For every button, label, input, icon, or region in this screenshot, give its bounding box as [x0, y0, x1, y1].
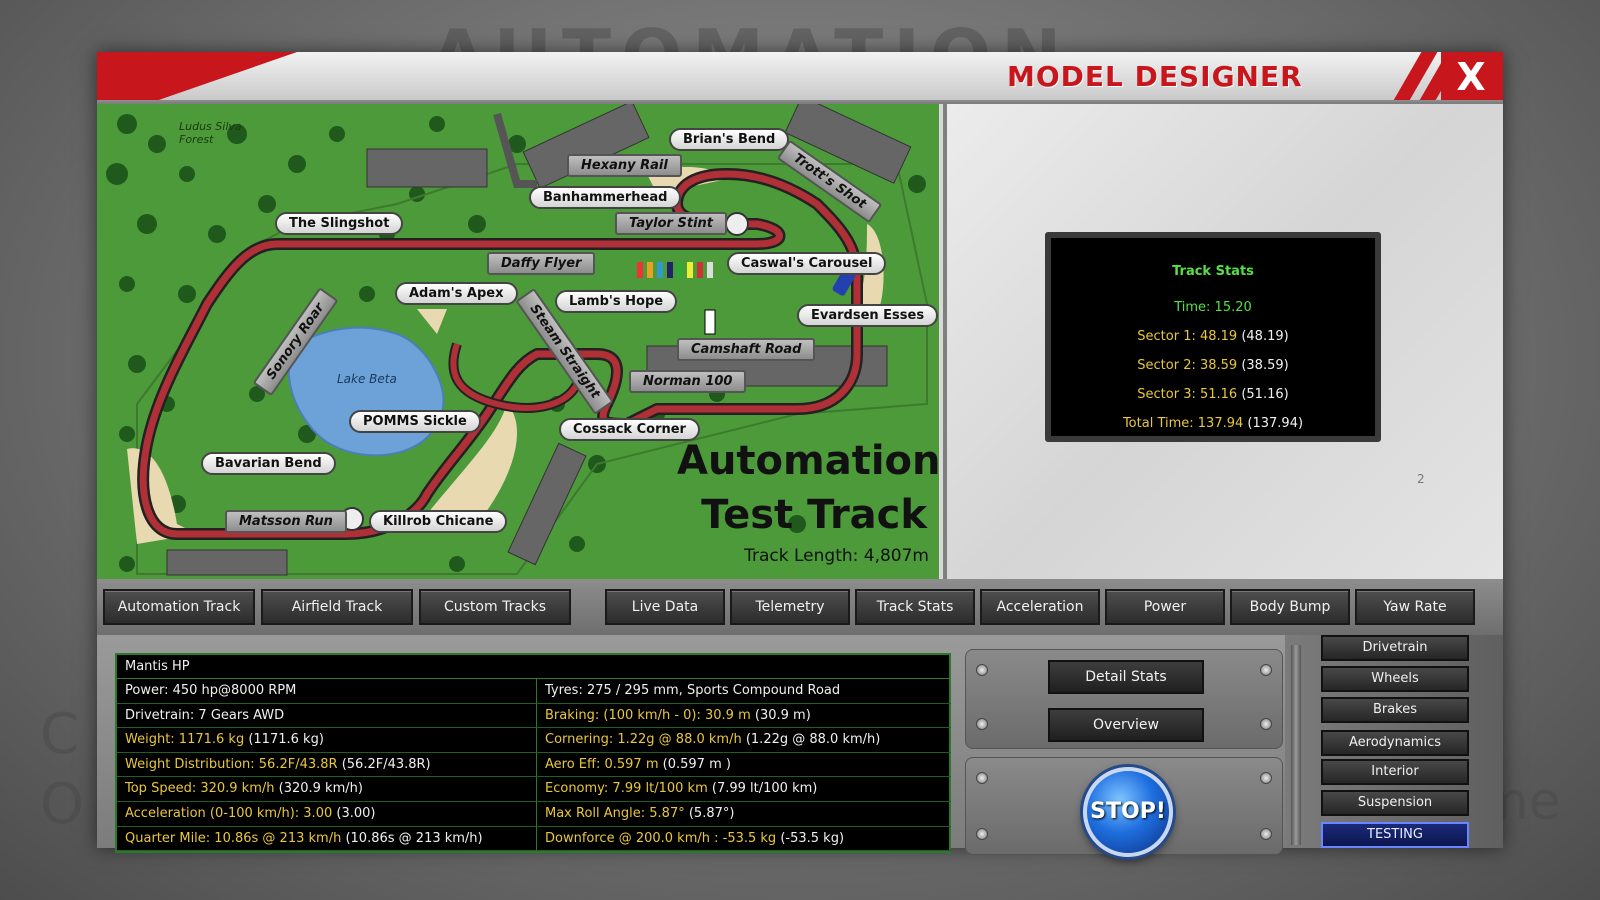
map-label-the-slingshot: The Slingshot	[275, 212, 404, 235]
map-label-caswals-carousel: Caswal's Carousel	[727, 252, 887, 275]
tab-body-bump[interactable]: Body Bump	[1230, 589, 1350, 625]
car-stat-downforce: Downforce @ 200.0 km/h : -53.5 kg (-53.5…	[537, 827, 951, 852]
tab-telemetry[interactable]: Telemetry	[730, 589, 850, 625]
tab-acceleration[interactable]: Acceleration	[980, 589, 1100, 625]
car-stat-drivetrain: Drivetrain: 7 Gears AWD	[117, 703, 537, 729]
map-label-pomms-sickle: POMMS Sickle	[349, 410, 481, 433]
car-info-table: Mantis HP Power: 450 hp@8000 RPM Tyres: …	[115, 653, 951, 853]
stop-button[interactable]: STOP!	[1083, 767, 1173, 857]
screw-icon	[1260, 664, 1272, 676]
map-label-lake-beta: Lake Beta	[337, 372, 397, 386]
track-stats-sector2: Sector 2: 38.59 (38.59)	[1137, 358, 1289, 373]
car-stat-aero-eff: Aero Eff: 0.597 m (0.597 m )	[537, 753, 951, 778]
timer-marker-2	[725, 212, 749, 236]
tab-power[interactable]: Power	[1105, 589, 1225, 625]
track-map: Ludus Silva Forest Brian's Bend Hexany R…	[97, 104, 943, 579]
screw-icon	[976, 718, 988, 730]
map-label-norman-100: Norman 100	[629, 370, 747, 393]
screw-icon	[1260, 718, 1272, 730]
tab-airfield-track[interactable]: Airfield Track	[261, 589, 413, 625]
detail-stats-button[interactable]: Detail Stats	[1048, 660, 1204, 694]
track-title-line1: Automation	[677, 438, 941, 484]
page-number: 2	[1417, 472, 1425, 486]
track-stats-box: Track Stats Time: 15.20 Sector 1: 48.19 …	[1045, 232, 1381, 442]
map-label-hexany-rail: Hexany Rail	[567, 154, 682, 177]
tab-live-data[interactable]: Live Data	[605, 589, 725, 625]
screw-icon	[976, 828, 988, 840]
car-stat-acceleration: Acceleration (0-100 km/h): 3.00 (3.00)	[117, 801, 537, 827]
overview-button[interactable]: Overview	[1048, 708, 1204, 742]
car-stat-weight-distribution: Weight Distribution: 56.2F/43.8R (56.2F/…	[117, 752, 537, 778]
map-label-camshaft-road: Camshaft Road	[677, 338, 816, 361]
track-stats-total: Total Time: 137.94 (137.94)	[1122, 416, 1304, 431]
track-stats-sector1: Sector 1: 48.19 (48.19)	[1137, 329, 1289, 344]
map-label-daffy-flyer: Daffy Flyer	[487, 252, 596, 275]
car-stats-grid: Power: 450 hp@8000 RPM Tyres: 275 / 295 …	[117, 679, 951, 852]
start-finish-flag	[704, 309, 716, 335]
map-label-banhammerhead: Banhammerhead	[529, 186, 682, 209]
background-text-left: CO	[40, 702, 85, 837]
side-menu-aerodynamics[interactable]: Aerodynamics	[1321, 730, 1469, 756]
car-stat-weight: Weight: 1171.6 kg (1171.6 kg)	[117, 728, 537, 753]
tab-track-stats[interactable]: Track Stats	[855, 589, 975, 625]
tab-yaw-rate[interactable]: Yaw Rate	[1355, 589, 1475, 625]
car-stat-tyres: Tyres: 275 / 295 mm, Sports Compound Roa…	[537, 679, 951, 704]
side-menu-brakes[interactable]: Brakes	[1321, 697, 1469, 723]
map-label-bavarian-bend: Bavarian Bend	[201, 452, 336, 475]
stats-panel: Track Stats Time: 15.20 Sector 1: 48.19 …	[947, 104, 1503, 579]
car-stat-power: Power: 450 hp@8000 RPM	[117, 679, 537, 704]
track-stats-time: Time: 15.20	[1174, 300, 1252, 315]
car-stat-cornering: Cornering: 1.22g @ 88.0 km/h (1.22g @ 88…	[537, 728, 951, 753]
car-stat-max-roll: Max Roll Angle: 5.87° (5.87°)	[537, 802, 951, 827]
car-stat-top-speed: Top Speed: 320.9 km/h (320.9 km/h)	[117, 777, 537, 802]
screw-icon	[976, 772, 988, 784]
tab-custom-tracks[interactable]: Custom Tracks	[419, 589, 571, 625]
side-menu: Drivetrain Wheels Brakes Aerodynamics In…	[1285, 635, 1503, 848]
car-name: Mantis HP	[117, 655, 949, 679]
title-bar: MODEL DESIGNER X	[97, 52, 1503, 102]
title-red-accent	[97, 52, 297, 100]
track-title-line2: Test Track	[701, 492, 927, 538]
bottom-area: Mantis HP Power: 450 hp@8000 RPM Tyres: …	[97, 635, 1503, 857]
track-stats-sector3: Sector 3: 51.16 (51.16)	[1137, 387, 1289, 402]
car-stat-braking: Braking: (100 km/h - 0): 30.9 m (30.9 m)	[537, 704, 951, 729]
map-label-evardsen-esses: Evardsen Esses	[797, 304, 939, 327]
side-menu-testing[interactable]: TESTING	[1321, 822, 1469, 848]
track-stats-title: Track Stats	[1172, 264, 1254, 279]
model-designer-window: MODEL DESIGNER X Ludus Silva Forest Bria…	[97, 52, 1503, 857]
map-label-matsson-run: Matsson Run	[225, 510, 347, 533]
screw-icon	[1260, 828, 1272, 840]
side-rail	[1291, 645, 1301, 845]
side-menu-drivetrain[interactable]: Drivetrain	[1321, 635, 1469, 661]
track-length: Track Length: 4,807m	[744, 546, 929, 566]
screw-icon	[1260, 772, 1272, 784]
tabs-bar: Automation Track Airfield Track Custom T…	[97, 579, 1503, 635]
map-label-taylor-stint: Taylor Stint	[615, 212, 727, 235]
map-label-killrob-chicane: Killrob Chicane	[369, 510, 508, 533]
close-button[interactable]: X	[1449, 56, 1493, 98]
control-panel: Detail Stats Overview STOP!	[965, 649, 1283, 857]
tab-automation-track[interactable]: Automation Track	[103, 589, 255, 625]
side-menu-wheels[interactable]: Wheels	[1321, 666, 1469, 692]
car-stat-quarter-mile: Quarter Mile: 10.86s @ 213 km/h (10.86s …	[117, 826, 537, 852]
map-label-brians-bend: Brian's Bend	[669, 128, 790, 151]
map-label-adams-apex: Adam's Apex	[395, 282, 518, 305]
screw-icon	[976, 664, 988, 676]
side-menu-suspension[interactable]: Suspension	[1321, 790, 1469, 816]
map-label-lambs-hope: Lamb's Hope	[555, 290, 678, 313]
pit-flags	[637, 262, 713, 278]
side-menu-interior[interactable]: Interior	[1321, 759, 1469, 785]
control-plate-top: Detail Stats Overview	[965, 649, 1283, 749]
track-title: Automation Test Track	[677, 434, 941, 542]
map-label-forest: Ludus Silva Forest	[179, 120, 242, 146]
car-stat-economy: Economy: 7.99 lt/100 km (7.99 lt/100 km)	[537, 777, 951, 802]
window-title: MODEL DESIGNER	[1007, 60, 1303, 93]
